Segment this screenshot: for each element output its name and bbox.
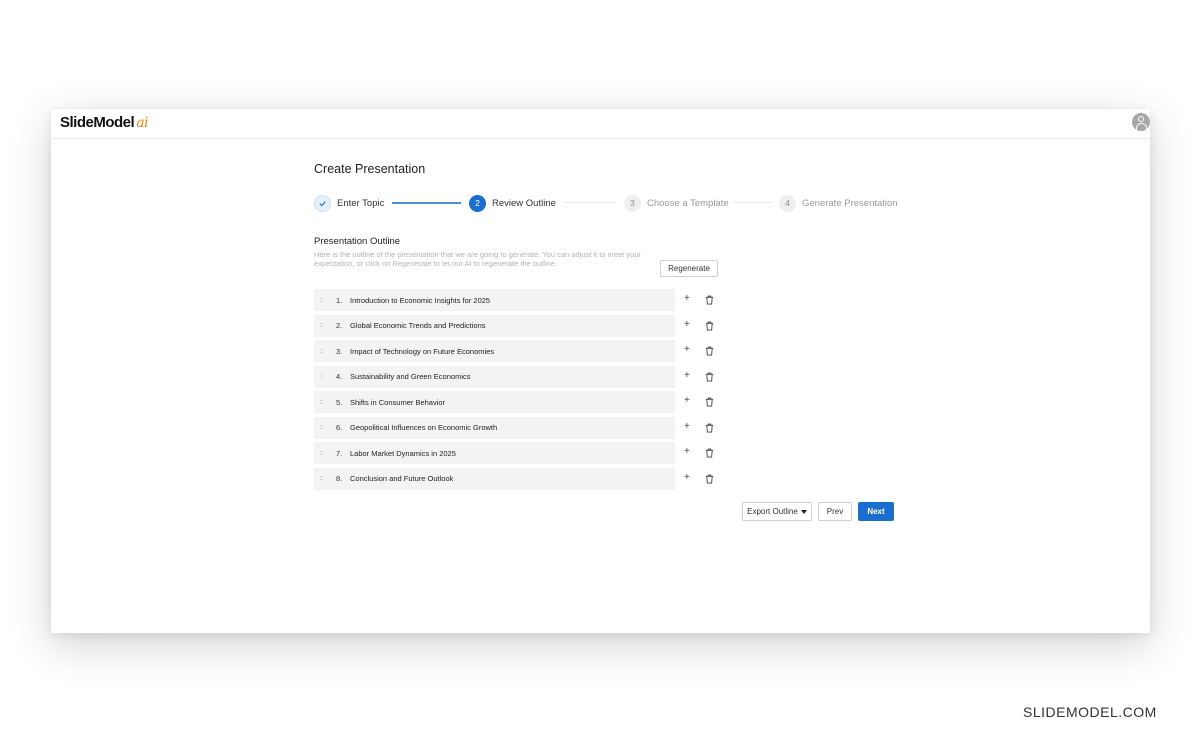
step-generate-presentation[interactable]: 4 Generate Presentation <box>779 193 898 213</box>
next-button[interactable]: Next <box>858 502 894 521</box>
caret-down-icon <box>800 509 807 514</box>
watermark: SLIDEMODEL.COM <box>1023 704 1157 720</box>
item-text[interactable]: Introduction to Economic Insights for 20… <box>350 296 490 305</box>
list-item: :: 1. Introduction to Economic Insights … <box>314 289 714 315</box>
step-enter-topic[interactable]: Enter Topic <box>314 193 384 213</box>
item-number: 8. <box>336 474 343 483</box>
item-number: 6. <box>336 423 343 432</box>
plus-icon[interactable]: + <box>684 344 690 355</box>
item-number: 5. <box>336 397 343 407</box>
plus-icon[interactable]: + <box>684 472 690 483</box>
check-icon <box>314 194 331 212</box>
step-number: 3 <box>624 194 641 212</box>
trash-icon[interactable] <box>705 346 714 356</box>
outline-description: Here is the outline of the presentation … <box>314 250 641 268</box>
grip-icon[interactable]: :: <box>320 348 328 355</box>
item-number: 2. <box>336 321 343 330</box>
grip-icon[interactable]: :: <box>320 450 328 457</box>
page-title: Create Presentation <box>314 162 426 176</box>
item-number: 4. <box>336 372 343 381</box>
stepper: Enter Topic 2 Review Outline 3 Choose a … <box>314 193 904 213</box>
list-item: :: 6. Geopolitical Influences on Economi… <box>314 416 714 443</box>
step-connector <box>392 202 461 204</box>
trash-icon[interactable] <box>705 397 714 407</box>
item-text[interactable]: Global Economic Trends and Predictions <box>350 321 486 330</box>
outline-list: :: 1. Introduction to Economic Insights … <box>314 289 714 493</box>
step-connector <box>734 202 772 203</box>
plus-icon[interactable]: + <box>684 421 690 432</box>
item-number: 1. <box>336 295 343 305</box>
outline-item-box[interactable]: :: 2. Global Economic Trends and Predict… <box>314 314 675 337</box>
item-text[interactable]: Labor Market Dynamics in 2025 <box>350 449 456 458</box>
list-item: :: 8. Conclusion and Future Outlook + <box>314 467 714 494</box>
item-number: 3. <box>336 346 343 356</box>
trash-icon[interactable] <box>705 448 714 458</box>
app-window: SlideModel ai Create Presentation Enter T… <box>51 109 1150 633</box>
step-number: 2 <box>469 194 486 212</box>
item-text[interactable]: Sustainability and Green Economics <box>350 372 470 381</box>
grip-icon[interactable]: :: <box>320 399 328 406</box>
outline-item-box[interactable]: :: 7. Labor Market Dynamics in 2025 <box>314 442 675 464</box>
trash-icon[interactable] <box>705 372 714 382</box>
plus-icon[interactable]: + <box>684 446 690 457</box>
outline-item-box[interactable]: :: 8. Conclusion and Future Outlook <box>314 467 675 490</box>
plus-icon[interactable]: + <box>684 370 690 381</box>
prev-button[interactable]: Prev <box>818 502 852 521</box>
step-label: Generate Presentation <box>802 197 898 209</box>
item-text[interactable]: Conclusion and Future Outlook <box>350 474 453 483</box>
grip-icon[interactable]: :: <box>320 424 328 431</box>
item-text[interactable]: Impact of Technology on Future Economies <box>350 347 494 356</box>
item-text[interactable]: Geopolitical Influences on Economic Grow… <box>350 423 497 432</box>
grip-icon[interactable]: :: <box>320 373 328 380</box>
step-connector <box>564 202 616 203</box>
grip-icon[interactable]: :: <box>320 475 328 482</box>
trash-icon[interactable] <box>705 474 714 484</box>
list-item: :: 3. Impact of Technology on Future Eco… <box>314 340 714 366</box>
plus-icon[interactable]: + <box>684 293 690 304</box>
step-choose-template[interactable]: 3 Choose a Template <box>624 193 729 213</box>
logo[interactable]: SlideModel ai <box>60 114 149 131</box>
step-review-outline[interactable]: 2 Review Outline <box>469 193 556 213</box>
list-item: :: 4. Sustainability and Green Economics… <box>314 365 714 392</box>
outline-item-box[interactable]: :: 4. Sustainability and Green Economics <box>314 365 675 388</box>
step-label: Review Outline <box>492 197 556 209</box>
grip-icon[interactable]: :: <box>320 297 328 304</box>
regenerate-button[interactable]: Regenerate <box>660 260 718 277</box>
export-outline-button[interactable]: Export Outline <box>742 502 812 521</box>
step-number: 4 <box>779 194 796 212</box>
top-bar: SlideModel ai <box>51 109 1150 139</box>
plus-icon[interactable]: + <box>684 395 690 406</box>
outline-item-box[interactable]: :: 1. Introduction to Economic Insights … <box>314 289 675 311</box>
list-item: :: 7. Labor Market Dynamics in 2025 + <box>314 442 714 468</box>
step-label: Enter Topic <box>337 197 385 209</box>
logo-ai-suffix: ai <box>136 115 149 131</box>
item-number: 7. <box>336 448 343 458</box>
trash-icon[interactable] <box>705 295 714 305</box>
trash-icon[interactable] <box>705 321 714 331</box>
list-item: :: 5. Shifts in Consumer Behavior + <box>314 391 714 417</box>
outline-item-box[interactable]: :: 3. Impact of Technology on Future Eco… <box>314 340 675 362</box>
step-label: Choose a Template <box>647 197 729 209</box>
grip-icon[interactable]: :: <box>320 322 328 329</box>
outline-item-box[interactable]: :: 5. Shifts in Consumer Behavior <box>314 391 675 413</box>
outline-title: Presentation Outline <box>314 236 401 247</box>
list-item: :: 2. Global Economic Trends and Predict… <box>314 314 714 341</box>
export-outline-label: Export Outline <box>747 507 798 516</box>
item-text[interactable]: Shifts in Consumer Behavior <box>350 398 445 407</box>
user-avatar-icon[interactable] <box>1132 113 1150 131</box>
logo-text: SlideModel <box>60 114 135 131</box>
plus-icon[interactable]: + <box>684 319 690 330</box>
action-bar: Export Outline Prev Next <box>742 502 894 522</box>
outline-item-box[interactable]: :: 6. Geopolitical Influences on Economi… <box>314 416 675 439</box>
trash-icon[interactable] <box>705 423 714 433</box>
